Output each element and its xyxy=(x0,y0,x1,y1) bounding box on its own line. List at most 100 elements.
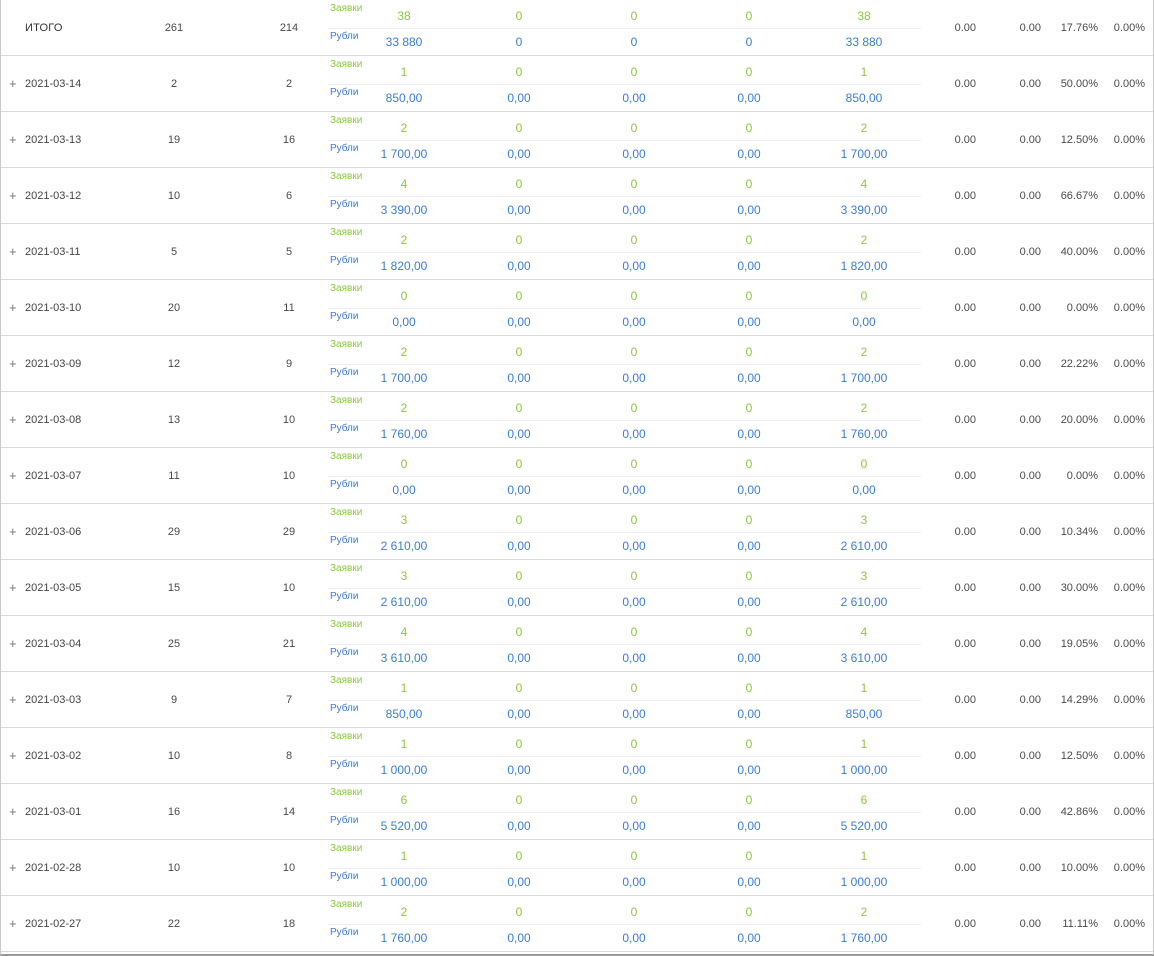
orders-value: 0 xyxy=(630,681,638,695)
rubles-value: 0 xyxy=(515,35,523,49)
conversion-rate: 17.76% xyxy=(1060,22,1098,34)
expand-row-icon[interactable]: + xyxy=(9,245,19,258)
visits-count: 19 xyxy=(167,134,181,146)
table-row[interactable]: +2021-03-12 10 6 Заявки 4 0 0 0 4 Рубли 3 390,00 0,… xyxy=(1,168,1153,224)
conversion-rate: 20.00% xyxy=(1060,414,1098,426)
table-row[interactable]: +2021-03-01 16 14 Заявки 6 0 0 0 6 Рубли 5 520,00 0… xyxy=(1,784,1153,840)
orders-value: 0 xyxy=(515,177,523,191)
table-row[interactable]: +2021-03-11 5 5 Заявки 2 0 0 0 2 Рубли 1 820,00 0,0… xyxy=(1,224,1153,280)
orders-subrow: Заявки 4 0 0 0 4 xyxy=(329,616,921,645)
expand-row-icon[interactable]: + xyxy=(9,357,19,370)
orders-value: 0 xyxy=(630,289,638,303)
orders-subrow: Заявки 2 0 0 0 2 xyxy=(329,224,921,253)
row-date: 2021-02-28 xyxy=(25,862,82,874)
expand-row-icon[interactable]: + xyxy=(9,469,19,482)
expand-row-icon[interactable]: + xyxy=(9,861,19,874)
rubles-value: 0,00 xyxy=(737,763,761,777)
orders-label: Заявки xyxy=(330,59,363,70)
expand-row-icon[interactable]: + xyxy=(9,693,19,706)
rubles-value: 1 700,00 xyxy=(840,371,888,385)
metric-1: 0.00 xyxy=(954,78,976,90)
orders-value: 1 xyxy=(400,849,408,863)
rubles-subrow: Рубли 1 820,00 0,00 0,00 0,00 1 820,00 xyxy=(329,252,921,280)
rubles-value: 0,00 xyxy=(737,91,761,105)
table-row[interactable]: +2021-03-05 15 10 Заявки 3 0 0 0 3 Рубли 2 610,00 0… xyxy=(1,560,1153,616)
expand-row-icon[interactable]: + xyxy=(9,133,19,146)
table-row[interactable]: +2021-03-07 11 10 Заявки 0 0 0 0 0 Рубли 0,00 0,00 0… xyxy=(1,448,1153,504)
rubles-value: 1 760,00 xyxy=(380,931,428,945)
orders-value: 1 xyxy=(400,737,408,751)
rubles-value: 0,00 xyxy=(737,875,761,889)
expand-row-icon[interactable]: + xyxy=(9,581,19,594)
table-row[interactable]: +2021-02-27 22 18 Заявки 2 0 0 0 2 Рубли 1 760,00 0… xyxy=(1,896,1153,952)
rubles-value: 1 700,00 xyxy=(840,147,888,161)
metric-4: 0.00% xyxy=(1113,694,1145,706)
visits-count: 20 xyxy=(167,302,181,314)
metric-4: 0.00% xyxy=(1113,134,1145,146)
orders-value: 2 xyxy=(860,905,868,919)
row-date: 2021-03-14 xyxy=(25,78,82,90)
orders-value: 0 xyxy=(515,625,523,639)
expand-row-icon[interactable]: + xyxy=(9,413,19,426)
orders-value: 0 xyxy=(745,737,753,751)
orders-subrow: Заявки 3 0 0 0 3 xyxy=(329,504,921,533)
rubles-value: 0,00 xyxy=(507,203,531,217)
rubles-value: 0,00 xyxy=(507,707,531,721)
visits-count: 29 xyxy=(167,526,181,538)
orders-label: Заявки xyxy=(330,227,363,238)
metric-1: 0.00 xyxy=(954,246,976,258)
table-row[interactable]: +2021-03-08 13 10 Заявки 2 0 0 0 2 Рубли 1 760,00 0… xyxy=(1,392,1153,448)
rubles-subrow: Рубли 1 760,00 0,00 0,00 0,00 1 760,00 xyxy=(329,420,921,448)
table-row[interactable]: +2021-03-04 25 21 Заявки 4 0 0 0 4 Рубли 3 610,00 0… xyxy=(1,616,1153,672)
orders-value: 0 xyxy=(630,737,638,751)
expand-row-icon[interactable]: + xyxy=(9,189,19,202)
orders-value: 0 xyxy=(515,681,523,695)
table-row[interactable]: +2021-03-13 19 16 Заявки 2 0 0 0 2 Рубли 1 700,00 0… xyxy=(1,112,1153,168)
metric-4: 0.00% xyxy=(1113,246,1145,258)
table-row[interactable]: +2021-03-02 10 8 Заявки 1 0 0 0 1 Рубли 1 000,00 0,… xyxy=(1,728,1153,784)
rubles-value: 1 000,00 xyxy=(840,763,888,777)
visits-count: 261 xyxy=(164,22,184,34)
expand-row-icon[interactable]: + xyxy=(9,917,19,930)
row-date: 2021-02-27 xyxy=(25,918,82,930)
rubles-value: 0,00 xyxy=(392,483,416,497)
rubles-value: 0,00 xyxy=(392,315,416,329)
rubles-value: 0,00 xyxy=(622,147,646,161)
expand-row-icon[interactable]: + xyxy=(9,805,19,818)
orders-value: 6 xyxy=(400,793,408,807)
orders-value: 0 xyxy=(745,569,753,583)
rubles-value: 0,00 xyxy=(622,203,646,217)
orders-value: 1 xyxy=(860,737,868,751)
expand-row-icon[interactable]: + xyxy=(9,77,19,90)
orders-label: Заявки xyxy=(330,843,363,854)
rubles-label: Рубли xyxy=(330,31,359,42)
orders-subrow: Заявки 2 0 0 0 2 xyxy=(329,112,921,141)
unique-count: 10 xyxy=(282,470,296,482)
row-date: 2021-03-03 xyxy=(25,694,82,706)
table-row[interactable]: +2021-03-06 29 29 Заявки 3 0 0 0 3 Рубли 2 610,00 0… xyxy=(1,504,1153,560)
orders-label: Заявки xyxy=(330,115,363,126)
rubles-value: 3 390,00 xyxy=(840,203,888,217)
table-row[interactable]: +2021-03-09 12 9 Заявки 2 0 0 0 2 Рубли 1 700,00 0,… xyxy=(1,336,1153,392)
rubles-label: Рубли xyxy=(330,255,359,266)
orders-value: 1 xyxy=(860,681,868,695)
table-row[interactable]: +2021-03-03 9 7 Заявки 1 0 0 0 1 Рубли 850,00 0,00 0… xyxy=(1,672,1153,728)
metric-1: 0.00 xyxy=(954,414,976,426)
expand-row-icon[interactable]: + xyxy=(9,525,19,538)
table-row[interactable]: +2021-03-10 20 11 Заявки 0 0 0 0 0 Рубли 0,00 0,00 0… xyxy=(1,280,1153,336)
rubles-value: 0,00 xyxy=(507,315,531,329)
orders-label: Заявки xyxy=(330,3,363,14)
unique-count: 5 xyxy=(285,246,293,258)
rubles-subrow: Рубли 5 520,00 0,00 0,00 0,00 5 520,00 xyxy=(329,812,921,840)
expand-row-icon[interactable]: + xyxy=(9,749,19,762)
orders-value: 0 xyxy=(515,737,523,751)
expand-row-icon[interactable]: + xyxy=(9,301,19,314)
conversion-rate: 50.00% xyxy=(1060,78,1098,90)
table-row[interactable]: +2021-02-28 10 10 Заявки 1 0 0 0 1 Рубли 1 000,00 0… xyxy=(1,840,1153,896)
expand-row-icon[interactable]: + xyxy=(9,637,19,650)
metric-2: 0.00 xyxy=(1019,78,1041,90)
table-row[interactable]: +2021-03-14 2 2 Заявки 1 0 0 0 1 Рубли 850,00 0,00 0… xyxy=(1,56,1153,112)
orders-value: 0 xyxy=(515,121,523,135)
orders-value: 0 xyxy=(630,9,638,23)
rubles-label: Рубли xyxy=(330,479,359,490)
